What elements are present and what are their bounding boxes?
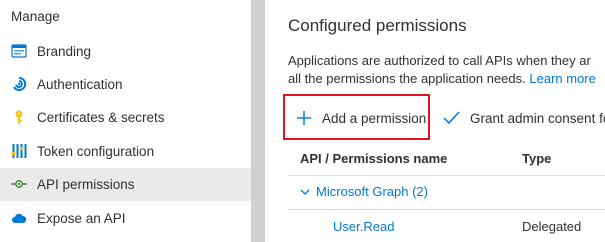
sidebar-item-certificates[interactable]: Certificates & secrets [0,101,251,134]
cloud-icon [12,213,27,223]
sidebar-item-label: Authentication [37,77,123,92]
sidebar-item-label: Certificates & secrets [37,110,165,125]
column-header-type[interactable]: Type [522,151,551,166]
sidebar-item-api-permissions[interactable]: API permissions [0,168,251,201]
description: Applications are authorized to call APIs… [288,52,596,88]
description-line-1: Applications are authorized to call APIs… [288,53,591,68]
grant-admin-consent-button[interactable]: Grant admin consent fo [443,110,605,126]
permission-type: Delegated [522,219,582,234]
sidebar-header: Manage [11,9,60,24]
page-title: Configured permissions [288,16,467,35]
token-config-icon [11,144,27,158]
add-permission-highlight [283,94,430,140]
sidebar-item-token-configuration[interactable]: Token configuration [0,135,251,168]
header-divider [288,175,605,176]
chevron-down-icon [300,189,310,195]
grant-admin-consent-label: Grant admin consent fo [470,110,605,126]
sidebar-item-branding[interactable]: Branding [0,35,251,68]
api-permissions-icon [11,180,27,188]
checkmark-icon [443,111,460,125]
column-header-api-name[interactable]: API / Permissions name [300,151,447,166]
key-icon [15,110,23,124]
sidebar-item-label: Expose an API [37,211,126,226]
sidebar-item-label: Token configuration [37,144,155,159]
sidebar-item-expose-api[interactable]: Expose an API [0,202,251,235]
pane-divider[interactable] [251,0,265,242]
authentication-icon [13,76,27,91]
permission-name-link[interactable]: User.Read [333,219,394,234]
sidebar: Manage Branding Authentication Certifica… [0,0,251,242]
sidebar-item-label: API permissions [37,177,135,192]
learn-more-link[interactable]: Learn more [529,71,595,86]
sidebar-item-authentication[interactable]: Authentication [0,68,251,101]
group-label: Microsoft Graph (2) [316,184,428,199]
description-line-2: all the permissions the application need… [288,71,526,86]
row-divider [288,209,605,210]
sidebar-item-label: Branding [37,44,92,59]
group-row-microsoft-graph[interactable]: Microsoft Graph (2) [300,184,428,199]
branding-icon [11,44,27,58]
